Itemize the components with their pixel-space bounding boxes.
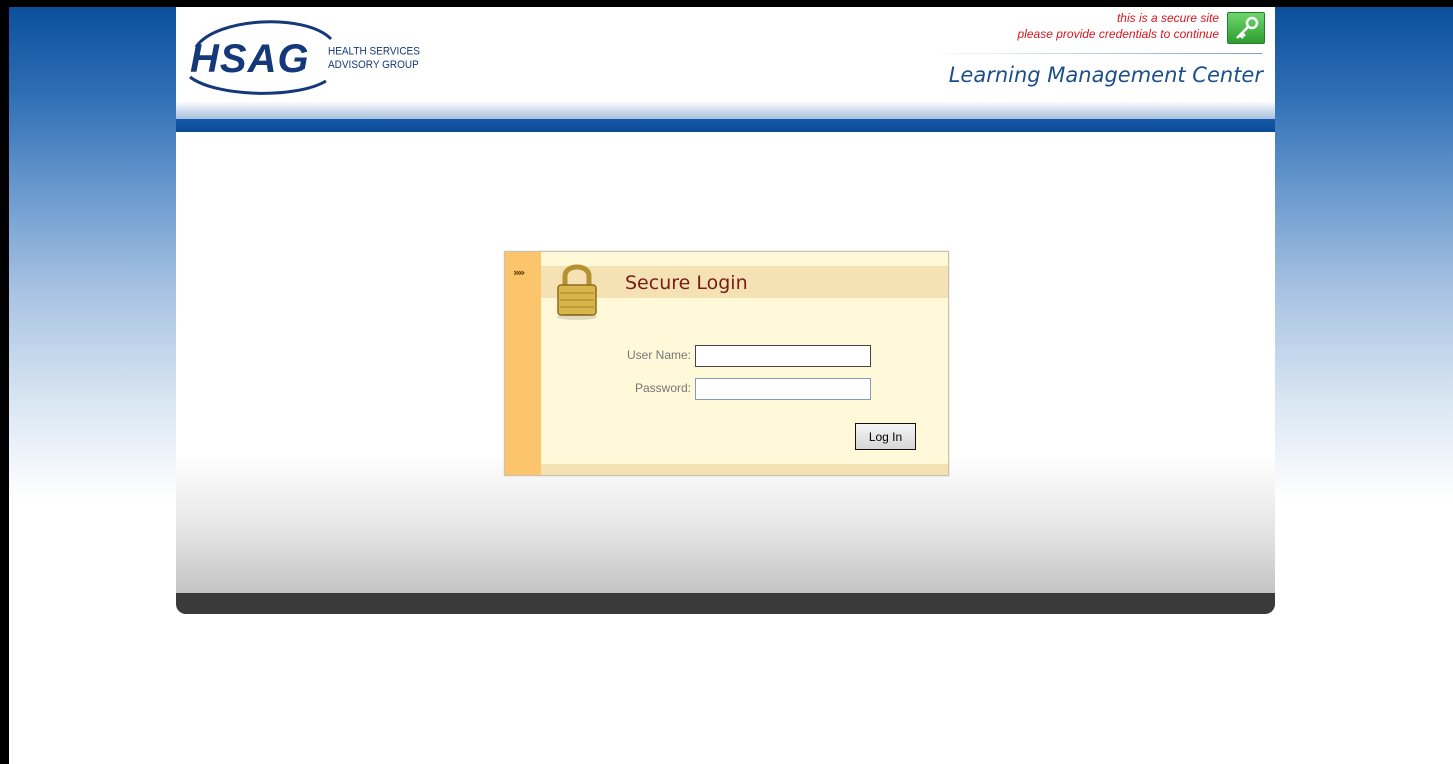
- login-footer-band: [541, 464, 948, 475]
- app-title: Learning Management Center: [948, 63, 1263, 87]
- logo-subtitle: HEALTH SERVICES ADVISORY GROUP: [328, 46, 428, 72]
- login-button[interactable]: Log In: [855, 423, 916, 450]
- login-side-strip: »»: [505, 252, 541, 475]
- password-label: Password:: [634, 381, 691, 395]
- secure-site-notice: this is a secure site: [1116, 11, 1219, 25]
- hsag-logo: HSAG HEALTH SERVICES ADVISORY GROUP: [186, 13, 426, 99]
- key-icon: [1227, 12, 1265, 44]
- page-container: HSAG HEALTH SERVICES ADVISORY GROUP this…: [176, 7, 1275, 614]
- credentials-notice: please provide credentials to continue: [1017, 27, 1219, 41]
- padlock-icon: [553, 260, 601, 320]
- footer-bar: [176, 593, 1275, 614]
- header-divider: [928, 53, 1262, 54]
- secure-login-panel: »» Secure Login User Name: Password: Log…: [504, 251, 949, 476]
- login-title: Secure Login: [625, 272, 748, 294]
- username-input[interactable]: [695, 345, 871, 367]
- username-label: User Name:: [626, 348, 691, 362]
- header: HSAG HEALTH SERVICES ADVISORY GROUP this…: [176, 7, 1275, 107]
- logo-subtitle-line2: ADVISORY GROUP: [328, 59, 419, 72]
- header-stripe-light: [176, 101, 1275, 119]
- window-frame-top: [0, 0, 1453, 7]
- header-stripe-blue: [176, 119, 1275, 132]
- chevrons-icon: »»: [513, 266, 525, 279]
- logo-subtitle-line1: HEALTH SERVICES: [328, 45, 420, 58]
- window-frame-left: [0, 0, 9, 764]
- password-input[interactable]: [695, 378, 871, 400]
- logo-text: HSAG: [190, 37, 310, 81]
